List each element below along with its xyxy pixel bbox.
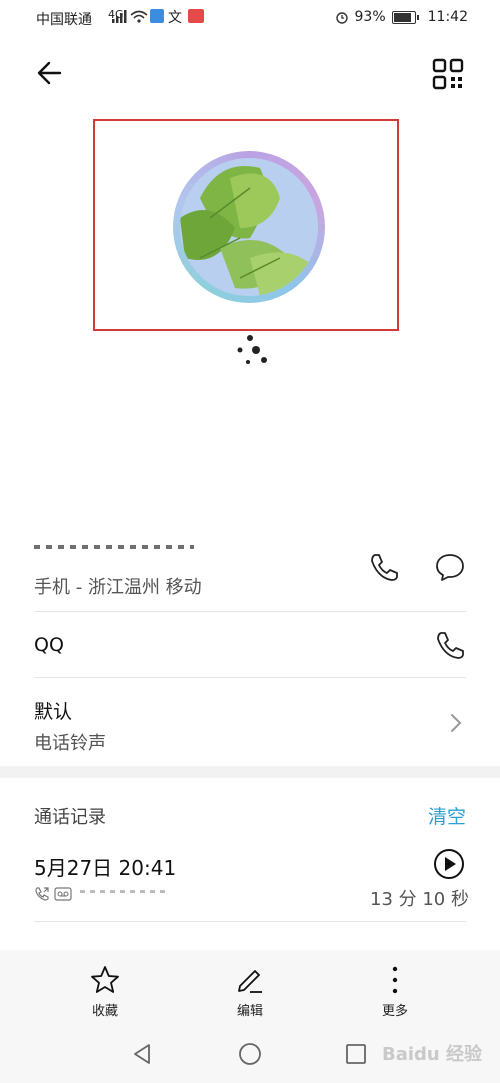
clock: 11:42 — [427, 9, 468, 25]
phone-number-obscured — [34, 545, 194, 553]
app-notification-icon: 文 — [168, 10, 182, 26]
more-button[interactable]: 更多 — [355, 964, 435, 1019]
qq-label: QQ — [34, 634, 64, 656]
star-icon — [91, 966, 119, 993]
status-bar: 中国联通 4G 文 93% 11:42 — [0, 0, 500, 36]
nav-recents-icon[interactable] — [344, 1042, 368, 1066]
edit-button[interactable]: 编辑 — [210, 964, 290, 1019]
alarm-icon — [335, 12, 348, 24]
ringtone-label: 电话铃声 — [34, 733, 106, 754]
more-label: 更多 — [381, 1004, 408, 1019]
edit-label: 编辑 — [236, 1004, 263, 1019]
battery-icon — [391, 10, 419, 24]
divider — [34, 611, 466, 612]
avatar[interactable] — [180, 158, 318, 296]
favorite-label: 收藏 — [91, 1004, 118, 1019]
more-vertical-icon — [392, 966, 398, 994]
outgoing-call-icon — [35, 887, 49, 901]
recording-icon — [54, 887, 72, 901]
qr-code-icon[interactable] — [430, 56, 466, 92]
pencil-icon — [238, 970, 262, 993]
nav-home-icon[interactable] — [238, 1042, 262, 1066]
phone-location-label: 手机 - 浙江温州 移动 — [34, 577, 202, 598]
phone-call-icon[interactable] — [368, 551, 400, 583]
status-right: 93% 11:42 — [335, 9, 468, 25]
nav-back-icon[interactable] — [130, 1042, 154, 1066]
message-icon[interactable] — [434, 551, 466, 583]
watermark: Baidu 经验 — [382, 1044, 483, 1065]
favorite-button[interactable]: 收藏 — [65, 964, 145, 1019]
divider — [34, 921, 466, 922]
call-datetime: 5月27日 20:41 — [34, 856, 177, 880]
battery-percent: 93% — [354, 9, 386, 25]
carrier-name: 中国联通 — [36, 12, 92, 28]
contact-name-obscured — [237, 335, 267, 364]
play-recording-icon[interactable] — [433, 848, 465, 880]
ginkgo-leaf-photo — [180, 158, 318, 296]
section-gap — [0, 766, 500, 778]
back-arrow-icon[interactable] — [30, 54, 70, 94]
bottom-bar: 收藏 编辑 更多 Baidu 经验 — [0, 950, 500, 1083]
qq-call-icon[interactable] — [434, 629, 466, 661]
signal-icon — [112, 10, 127, 23]
app-notification-icon — [188, 9, 204, 23]
chevron-right-icon — [451, 714, 462, 732]
ringtone-value: 默认 — [34, 701, 73, 723]
call-log-title: 通话记录 — [34, 807, 106, 828]
clear-call-log-button[interactable]: 清空 — [428, 802, 466, 829]
call-log-entry[interactable]: 5月27日 20:41 13 分 10 秒 — [0, 840, 500, 920]
ringtone-row[interactable]: 默认 电话铃声 — [0, 678, 500, 766]
app-notification-icon — [150, 9, 164, 23]
call-number-obscured — [80, 890, 170, 893]
wifi-icon — [130, 10, 148, 23]
call-duration: 13 分 10 秒 — [370, 889, 469, 910]
